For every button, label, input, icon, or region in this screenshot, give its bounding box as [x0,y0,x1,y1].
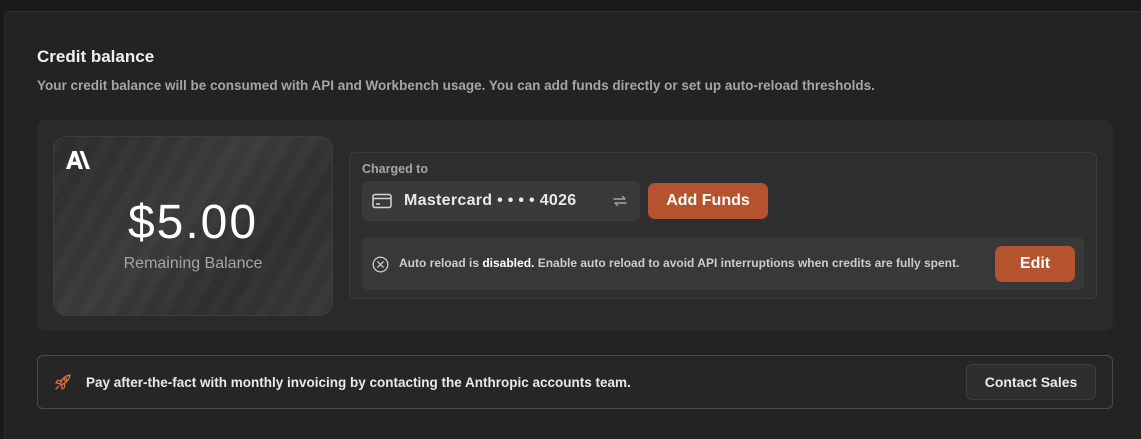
card-number-text: Mastercard • • • • 4026 [404,192,577,209]
balance-amount: $5.00 [127,196,259,249]
section-title: Credit balance [37,47,155,66]
section-subtitle: Your credit balance will be consumed wit… [37,78,875,93]
anthropic-logo-icon [66,151,90,169]
payment-method-box: Charged to Mastercard • • • • 4026 Add F… [349,152,1097,299]
x-circle-icon [372,256,389,273]
rocket-icon [55,374,71,390]
balance-section: $5.00 Remaining Balance Charged to Maste… [37,120,1113,331]
auto-reload-row: Auto reload is disabled. Enable auto rel… [362,237,1084,290]
payment-card-selector[interactable]: Mastercard • • • • 4026 [362,181,640,221]
balance-label: Remaining Balance [123,255,263,272]
auto-reload-suffix: Enable auto reload to avoid API interrup… [534,256,960,270]
swap-icon[interactable] [612,193,628,209]
auto-reload-text: Auto reload is disabled. Enable auto rel… [399,256,959,270]
auto-reload-prefix: Auto reload is [399,256,483,270]
edit-auto-reload-button[interactable]: Edit [995,246,1075,282]
invoicing-text: Pay after-the-fact with monthly invoicin… [86,375,631,390]
contact-sales-button[interactable]: Contact Sales [966,364,1096,400]
auto-reload-status: disabled. [482,256,535,270]
balance-card: $5.00 Remaining Balance [53,136,333,316]
credit-card-icon [372,193,392,209]
add-funds-button[interactable]: Add Funds [648,183,768,219]
charged-to-label: Charged to [362,162,428,176]
invoicing-banner: Pay after-the-fact with monthly invoicin… [37,355,1113,409]
credit-balance-panel: Credit balance Your credit balance will … [4,11,1141,439]
